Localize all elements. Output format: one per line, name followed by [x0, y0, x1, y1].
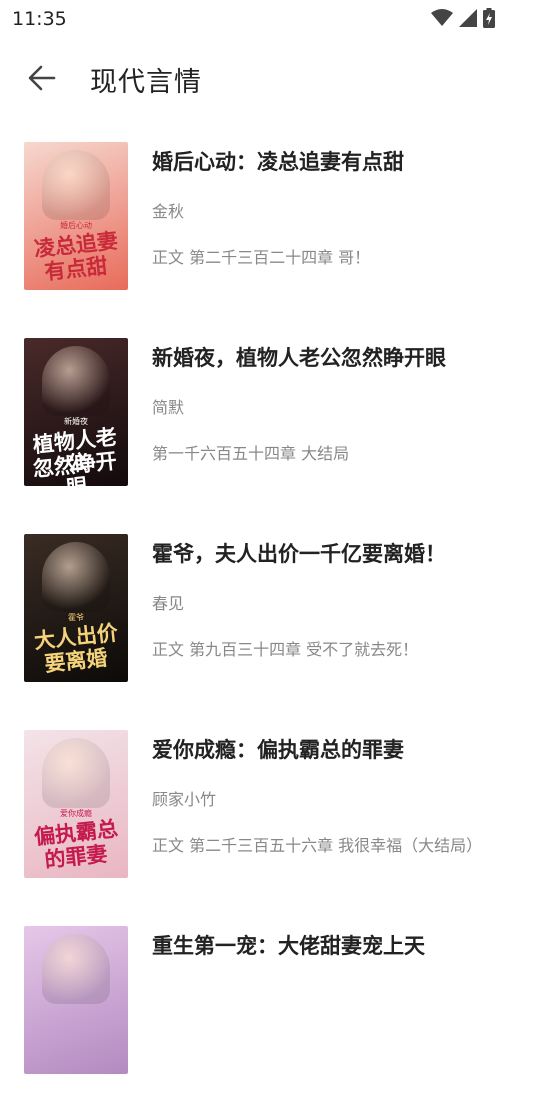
book-title: 爱你成瘾：偏执霸总的罪妻 [152, 738, 404, 762]
book-latest-chapter: 正文 第二千三百二十四章 哥！ [152, 248, 371, 267]
book-list-item[interactable]: 新婚夜 植物人老公 忽然睁开眼 新婚夜，植物人老公忽然睁开眼简默第一千六百五十四章 大… [0, 316, 535, 512]
book-author: 简默 [152, 398, 185, 417]
cover-illustration [42, 934, 110, 1004]
status-time: 11:35 [12, 8, 67, 30]
cover-illustration [42, 346, 110, 416]
book-latest-chapter: 正文 第九百三十四章 受不了就去死！ [152, 640, 419, 659]
cover-illustration [42, 150, 110, 220]
book-cover-image [24, 926, 128, 1074]
book-title: 霍爷，夫人出价一千亿要离婚！ [152, 542, 446, 566]
cover-title-text: 忽然睁开眼 [31, 447, 118, 486]
wifi-icon [431, 9, 453, 27]
book-list-item[interactable]: 爱你成瘾 偏执霸总 的罪妻 爱你成瘾：偏执霸总的罪妻顾家小竹正文 第二千三百五十六章 … [0, 708, 535, 904]
book-latest-chapter: 正文 第二千三百五十六章 我很幸福（大结局） [152, 836, 483, 855]
book-author: 顾家小竹 [152, 790, 217, 809]
book-title: 重生第一宠：大佬甜妻宠上天 [152, 934, 425, 958]
status-icons [431, 8, 495, 28]
battery-charging-icon [483, 8, 495, 28]
back-button[interactable] [22, 60, 62, 96]
book-cover-image: 爱你成瘾 偏执霸总 的罪妻 [24, 730, 128, 878]
page-title: 现代言情 [90, 67, 202, 98]
cover-title-text [28, 1013, 123, 1023]
book-latest-chapter: 第一千六百五十四章 大结局 [152, 444, 350, 463]
status-bar: 11:35 [0, 0, 535, 38]
cover-illustration [42, 542, 110, 612]
book-title: 新婚夜，植物人老公忽然睁开眼 [152, 346, 446, 370]
book-author: 金秋 [152, 202, 185, 221]
book-cover-image: 新婚夜 植物人老公 忽然睁开眼 [24, 338, 128, 486]
book-cover-image: 婚后心动 凌总追妻 有点甜 [24, 142, 128, 290]
book-list-item[interactable]: 霍爷 大人出价 要离婚 霍爷，夫人出价一千亿要离婚！ 春见正文 第九百三十四章 受不了就… [0, 512, 535, 708]
book-list-item[interactable]: 重生第一宠：大佬甜妻宠上天 [0, 904, 535, 1100]
book-title: 婚后心动：凌总追妻有点甜 [152, 150, 404, 174]
book-author: 春见 [152, 594, 185, 613]
book-list-item[interactable]: 婚后心动 凌总追妻 有点甜 婚后心动：凌总追妻有点甜金秋正文 第二千三百二十四章 哥！ [0, 120, 535, 316]
book-cover-image: 霍爷 大人出价 要离婚 [24, 534, 128, 682]
arrow-left-icon [28, 65, 56, 91]
app-bar: 现代言情 [0, 48, 535, 108]
book-list: 婚后心动 凌总追妻 有点甜 婚后心动：凌总追妻有点甜金秋正文 第二千三百二十四章 哥！… [0, 120, 535, 1100]
signal-icon [459, 9, 477, 27]
cover-illustration [42, 738, 110, 808]
